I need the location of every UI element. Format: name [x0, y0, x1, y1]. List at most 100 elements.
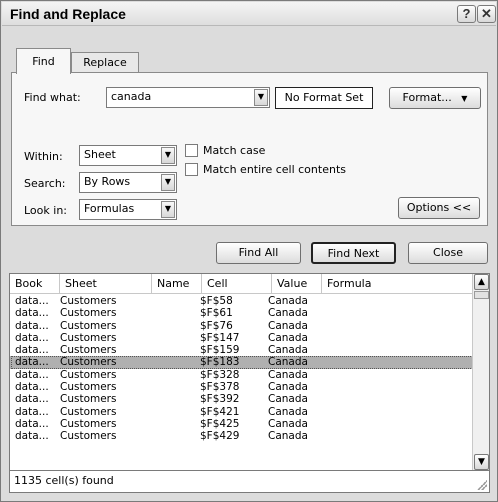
column-header-name[interactable]: Name — [152, 274, 202, 293]
cell-address: $F$183 — [200, 356, 240, 369]
cell-address: $F$61 — [200, 307, 233, 320]
chevron-down-icon[interactable]: ▼ — [161, 147, 175, 164]
options-button-label: Options << — [406, 201, 472, 214]
cell-address: $F$328 — [200, 368, 240, 381]
table-row[interactable]: data... Customers $F$425 Canada — [10, 418, 474, 430]
cell-sheet: Customers — [60, 331, 117, 344]
match-entire-label: Match entire cell contents — [203, 163, 346, 176]
cell-value: Canada — [268, 405, 308, 418]
scroll-up-icon[interactable]: ▲ — [474, 274, 489, 290]
table-row[interactable]: data... Customers $F$58 Canada — [10, 295, 474, 307]
table-row[interactable]: data... Customers $F$328 Canada — [10, 369, 474, 381]
tab-replace[interactable]: Replace — [71, 52, 139, 73]
cell-value: Canada — [268, 430, 308, 443]
scroll-down-icon[interactable]: ▼ — [474, 454, 489, 470]
cell-book: data... — [15, 430, 49, 443]
cell-book: data... — [15, 331, 49, 344]
results-list[interactable]: Book Sheet Name Cell Value Formula data.… — [9, 273, 490, 471]
close-button[interactable]: Close — [408, 242, 488, 264]
cell-sheet: Customers — [60, 405, 117, 418]
cell-value: Canada — [268, 356, 308, 369]
find-what-value: canada — [111, 90, 152, 103]
cell-sheet: Customers — [60, 393, 117, 406]
help-icon: ? — [462, 6, 471, 21]
tab-find-label: Find — [32, 55, 55, 68]
status-bar: 1135 cell(s) found — [9, 471, 490, 493]
table-row[interactable]: data... Customers $F$378 Canada — [10, 381, 474, 393]
find-what-label: Find what: — [24, 91, 81, 104]
cell-address: $F$392 — [200, 393, 240, 406]
cell-sheet: Customers — [60, 368, 117, 381]
table-row[interactable]: data... Customers $F$429 Canada — [10, 430, 474, 442]
column-header-book[interactable]: Book — [10, 274, 60, 293]
column-header-sheet[interactable]: Sheet — [60, 274, 152, 293]
chevron-down-icon: ▼ — [461, 94, 468, 103]
format-button[interactable]: Format... ▼ — [389, 87, 481, 109]
cell-address: $F$147 — [200, 331, 240, 344]
cell-sheet: Customers — [60, 381, 117, 394]
cell-value: Canada — [268, 295, 308, 307]
scrollbar-thumb[interactable] — [474, 291, 489, 299]
cell-value: Canada — [268, 319, 308, 332]
chevron-down-icon[interactable]: ▼ — [161, 201, 175, 218]
status-text: 1135 cell(s) found — [14, 474, 114, 487]
options-button[interactable]: Options << — [398, 197, 480, 219]
close-window-button[interactable]: ✕ — [477, 5, 496, 23]
within-value: Sheet — [84, 148, 116, 161]
tab-replace-label: Replace — [83, 56, 127, 69]
cell-address: $F$421 — [200, 405, 240, 418]
title-bar[interactable]: Find and Replace ? ✕ — [2, 2, 496, 26]
column-header-value[interactable]: Value — [272, 274, 322, 293]
within-label: Within: — [24, 150, 63, 163]
table-row[interactable]: data... Customers $F$159 Canada — [10, 344, 474, 356]
tab-find[interactable]: Find — [16, 48, 71, 74]
results-header: Book Sheet Name Cell Value Formula — [10, 274, 474, 294]
table-row[interactable]: data... Customers $F$76 Canada — [10, 320, 474, 332]
lookin-select[interactable]: Formulas ▼ — [79, 199, 177, 220]
cell-book: data... — [15, 393, 49, 406]
cell-sheet: Customers — [60, 307, 117, 320]
cell-sheet: Customers — [60, 356, 117, 369]
resize-grip-icon[interactable] — [477, 480, 487, 490]
find-replace-dialog: Find and Replace ? ✕ Find Replace Find w… — [0, 0, 498, 502]
cell-book: data... — [15, 405, 49, 418]
cell-sheet: Customers — [60, 319, 117, 332]
cell-address: $F$378 — [200, 381, 240, 394]
cell-value: Canada — [268, 368, 308, 381]
cell-sheet: Customers — [60, 430, 117, 443]
table-row-selected[interactable]: data... Customers $F$183 Canada — [10, 356, 474, 370]
search-label: Search: — [24, 177, 66, 190]
column-header-cell[interactable]: Cell — [202, 274, 272, 293]
cell-book: data... — [15, 344, 49, 357]
match-case-checkbox[interactable] — [185, 144, 198, 157]
match-case-label: Match case — [203, 144, 266, 157]
find-next-label: Find Next — [327, 247, 380, 260]
match-entire-checkbox[interactable] — [185, 163, 198, 176]
table-row[interactable]: data... Customers $F$61 Canada — [10, 307, 474, 319]
cell-book: data... — [15, 319, 49, 332]
find-what-input[interactable]: canada ▼ — [106, 87, 270, 108]
help-button[interactable]: ? — [457, 5, 476, 23]
within-select[interactable]: Sheet ▼ — [79, 145, 177, 166]
chevron-down-icon[interactable]: ▼ — [254, 89, 268, 106]
format-button-label: Format... — [402, 91, 452, 104]
lookin-label: Look in: — [24, 204, 67, 217]
close-label: Close — [433, 246, 463, 259]
table-row[interactable]: data... Customers $F$147 Canada — [10, 332, 474, 344]
format-preview: No Format Set — [275, 87, 373, 109]
table-row[interactable]: data... Customers $F$421 Canada — [10, 406, 474, 418]
results-scrollbar[interactable]: ▲ ▼ — [472, 274, 489, 470]
cell-sheet: Customers — [60, 344, 117, 357]
cell-value: Canada — [268, 417, 308, 430]
find-next-button[interactable]: Find Next — [311, 242, 396, 264]
chevron-down-icon[interactable]: ▼ — [161, 174, 175, 191]
lookin-value: Formulas — [84, 202, 135, 215]
cell-value: Canada — [268, 381, 308, 394]
cell-address: $F$429 — [200, 430, 240, 443]
search-select[interactable]: By Rows ▼ — [79, 172, 177, 193]
table-row[interactable]: data... Customers $F$392 Canada — [10, 393, 474, 405]
column-header-formula[interactable]: Formula — [322, 274, 474, 293]
cell-value: Canada — [268, 344, 308, 357]
find-all-button[interactable]: Find All — [216, 242, 301, 264]
find-all-label: Find All — [238, 246, 279, 259]
